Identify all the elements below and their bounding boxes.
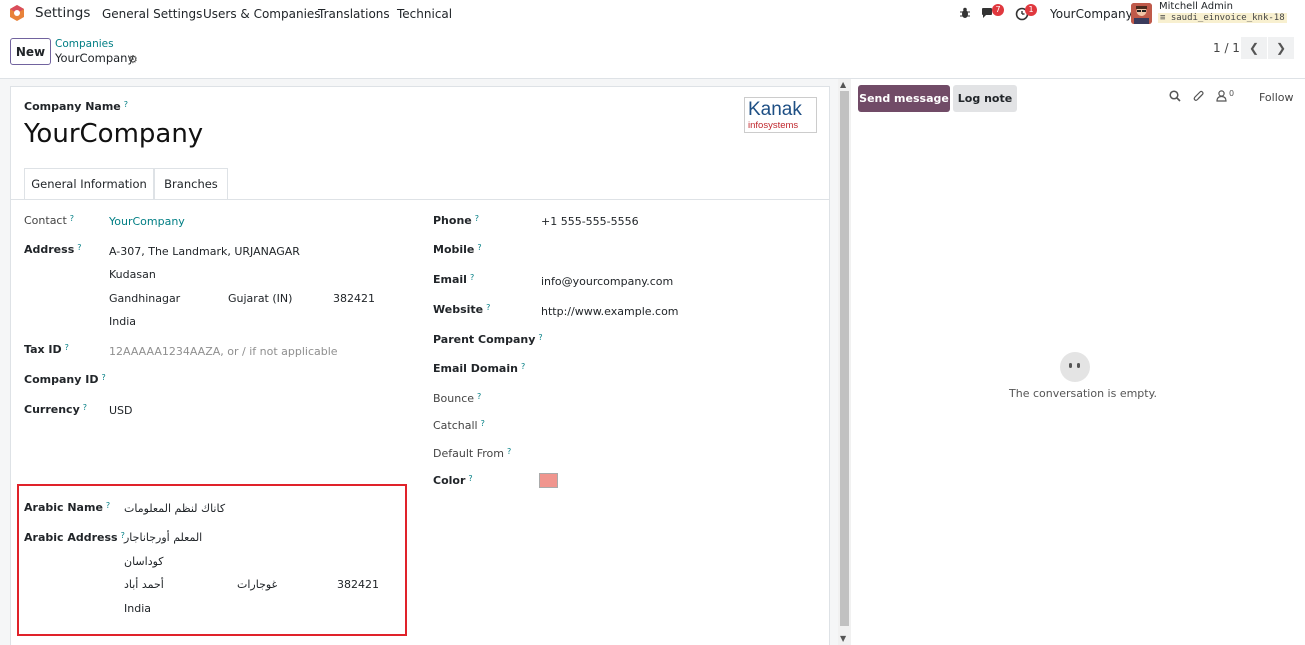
logo-text-bottom: infosystems (748, 120, 799, 131)
tabs-divider (11, 199, 829, 200)
arabic-street-field[interactable]: المعلم أورجاناجار (124, 531, 202, 544)
user-name[interactable]: Mitchell Admin (1159, 1, 1233, 12)
currency-label: Currency? (24, 403, 87, 416)
contact-label: Contact? (24, 214, 75, 227)
arabic-name-label: Arabic Name? (24, 501, 111, 514)
bounce-label: Bounce? (433, 392, 482, 405)
arabic-name-field[interactable]: كاناك لنظم المعلومات (124, 502, 225, 515)
pager-value[interactable]: 1 / 1 (1213, 41, 1240, 55)
email-label: Email? (433, 273, 475, 286)
email-domain-field[interactable] (541, 364, 781, 378)
zip-field[interactable]: 382421 (333, 292, 375, 305)
street2-field[interactable]: Kudasan (109, 268, 156, 281)
country-field[interactable]: India (109, 315, 136, 328)
email-domain-label: Email Domain? (433, 362, 526, 375)
scrollbar-thumb[interactable] (840, 91, 849, 626)
user-avatar[interactable] (1131, 3, 1152, 24)
chevron-left-icon: ❮ (1248, 41, 1260, 55)
new-button[interactable]: New (10, 38, 51, 65)
arabic-street2-field[interactable]: كوداسان (124, 555, 164, 568)
catchall-label: Catchall? (433, 419, 485, 432)
database-icon: ≡ (1160, 13, 1171, 23)
top-navbar: Settings General Settings Users & Compan… (0, 0, 1305, 27)
messages-badge: 7 (992, 4, 1004, 16)
tab-general-information[interactable]: General Information (24, 168, 154, 200)
company-switcher[interactable]: YourCompany (1050, 7, 1133, 21)
parent-company-label: Parent Company? (433, 333, 543, 346)
breadcrumb-companies[interactable]: Companies (55, 38, 114, 50)
debug-bug-icon[interactable] (959, 7, 971, 19)
follow-button[interactable]: Follow (1259, 91, 1294, 104)
color-label: Color? (433, 474, 473, 487)
app-title[interactable]: Settings (35, 5, 90, 21)
company-logo[interactable]: Kanak infosystems (744, 97, 817, 133)
pager-next-button[interactable]: ❯ (1268, 37, 1294, 59)
tab-branches[interactable]: Branches (154, 168, 228, 200)
gear-icon[interactable]: ⚙ (128, 53, 138, 66)
database-name: ≡ saudi_einvoice_knk-18 (1158, 13, 1287, 23)
activities-badge: 1 (1025, 4, 1037, 16)
followers-person-icon[interactable] (1216, 90, 1227, 102)
log-note-button[interactable]: Log note (953, 85, 1017, 112)
form-area: Company Name? YourCompany Kanak infosyst… (0, 79, 838, 645)
followers-count[interactable]: 0 (1229, 89, 1234, 98)
website-label: Website? (433, 303, 491, 316)
arabic-address-label: Arabic Address? (24, 531, 125, 544)
empty-conversation-text: The conversation is empty. (1009, 387, 1158, 400)
search-icon[interactable] (1169, 90, 1181, 102)
settings-app-icon[interactable] (8, 4, 26, 22)
state-field[interactable]: Gujarat (IN) (228, 292, 292, 305)
logo-text-top: Kanak (748, 99, 802, 120)
color-picker[interactable] (539, 473, 558, 488)
send-message-button[interactable]: Send message (858, 85, 950, 112)
address-label: Address? (24, 243, 82, 256)
phone-field[interactable]: +1 555-555-5556 (541, 215, 639, 228)
tax-id-field[interactable]: 12AAAAA1234AAZA, or / if not applicable (109, 345, 338, 358)
city-field[interactable]: Gandhinagar (109, 292, 180, 305)
currency-field[interactable]: USD (109, 404, 133, 417)
control-panel: New Companies YourCompany ⚙ 1 / 1 ❮ ❯ (0, 27, 1305, 79)
database-label: saudi_einvoice_knk-18 (1170, 13, 1285, 23)
menu-general-settings[interactable]: General Settings (102, 7, 202, 21)
street-field[interactable]: A-307, The Landmark, URJANAGAR (109, 245, 300, 258)
scroll-up-arrow-icon[interactable]: ▲ (840, 80, 846, 89)
empty-conversation-icon (1060, 352, 1090, 382)
menu-technical[interactable]: Technical (397, 7, 452, 21)
chatter-panel: Send message Log note 0 Follow The conve… (851, 79, 1305, 645)
paperclip-icon[interactable] (1193, 90, 1205, 103)
mobile-label: Mobile? (433, 243, 482, 256)
company-id-label: Company ID? (24, 373, 106, 386)
phone-label: Phone? (433, 214, 479, 227)
breadcrumb-current: YourCompany (55, 51, 135, 65)
parent-company-field[interactable] (541, 335, 781, 349)
menu-translations[interactable]: Translations (318, 7, 390, 21)
menu-users-companies[interactable]: Users & Companies (203, 7, 321, 21)
contact-field[interactable]: YourCompany (109, 215, 185, 228)
pager-previous-button[interactable]: ❮ (1241, 37, 1267, 59)
company-name-field[interactable]: YourCompany (24, 119, 203, 149)
tax-id-label: Tax ID? (24, 343, 69, 356)
arabic-zip-field[interactable]: 382421 (337, 578, 379, 591)
mobile-field[interactable] (541, 245, 781, 259)
company-name-label: Company Name? (24, 100, 129, 113)
arabic-country-field[interactable]: India (124, 602, 151, 615)
email-field[interactable]: info@yourcompany.com (541, 275, 673, 288)
arabic-state-field[interactable]: غوجارات (237, 578, 277, 591)
chevron-right-icon: ❯ (1275, 41, 1287, 55)
form-sheet: Company Name? YourCompany Kanak infosyst… (10, 86, 830, 645)
scroll-down-arrow-icon[interactable]: ▼ (840, 634, 846, 643)
website-field[interactable]: http://www.example.com (541, 305, 679, 318)
company-id-field[interactable] (109, 375, 309, 389)
default-from-label: Default From? (433, 447, 512, 460)
arabic-city-field[interactable]: أحمد أباد (124, 578, 164, 591)
